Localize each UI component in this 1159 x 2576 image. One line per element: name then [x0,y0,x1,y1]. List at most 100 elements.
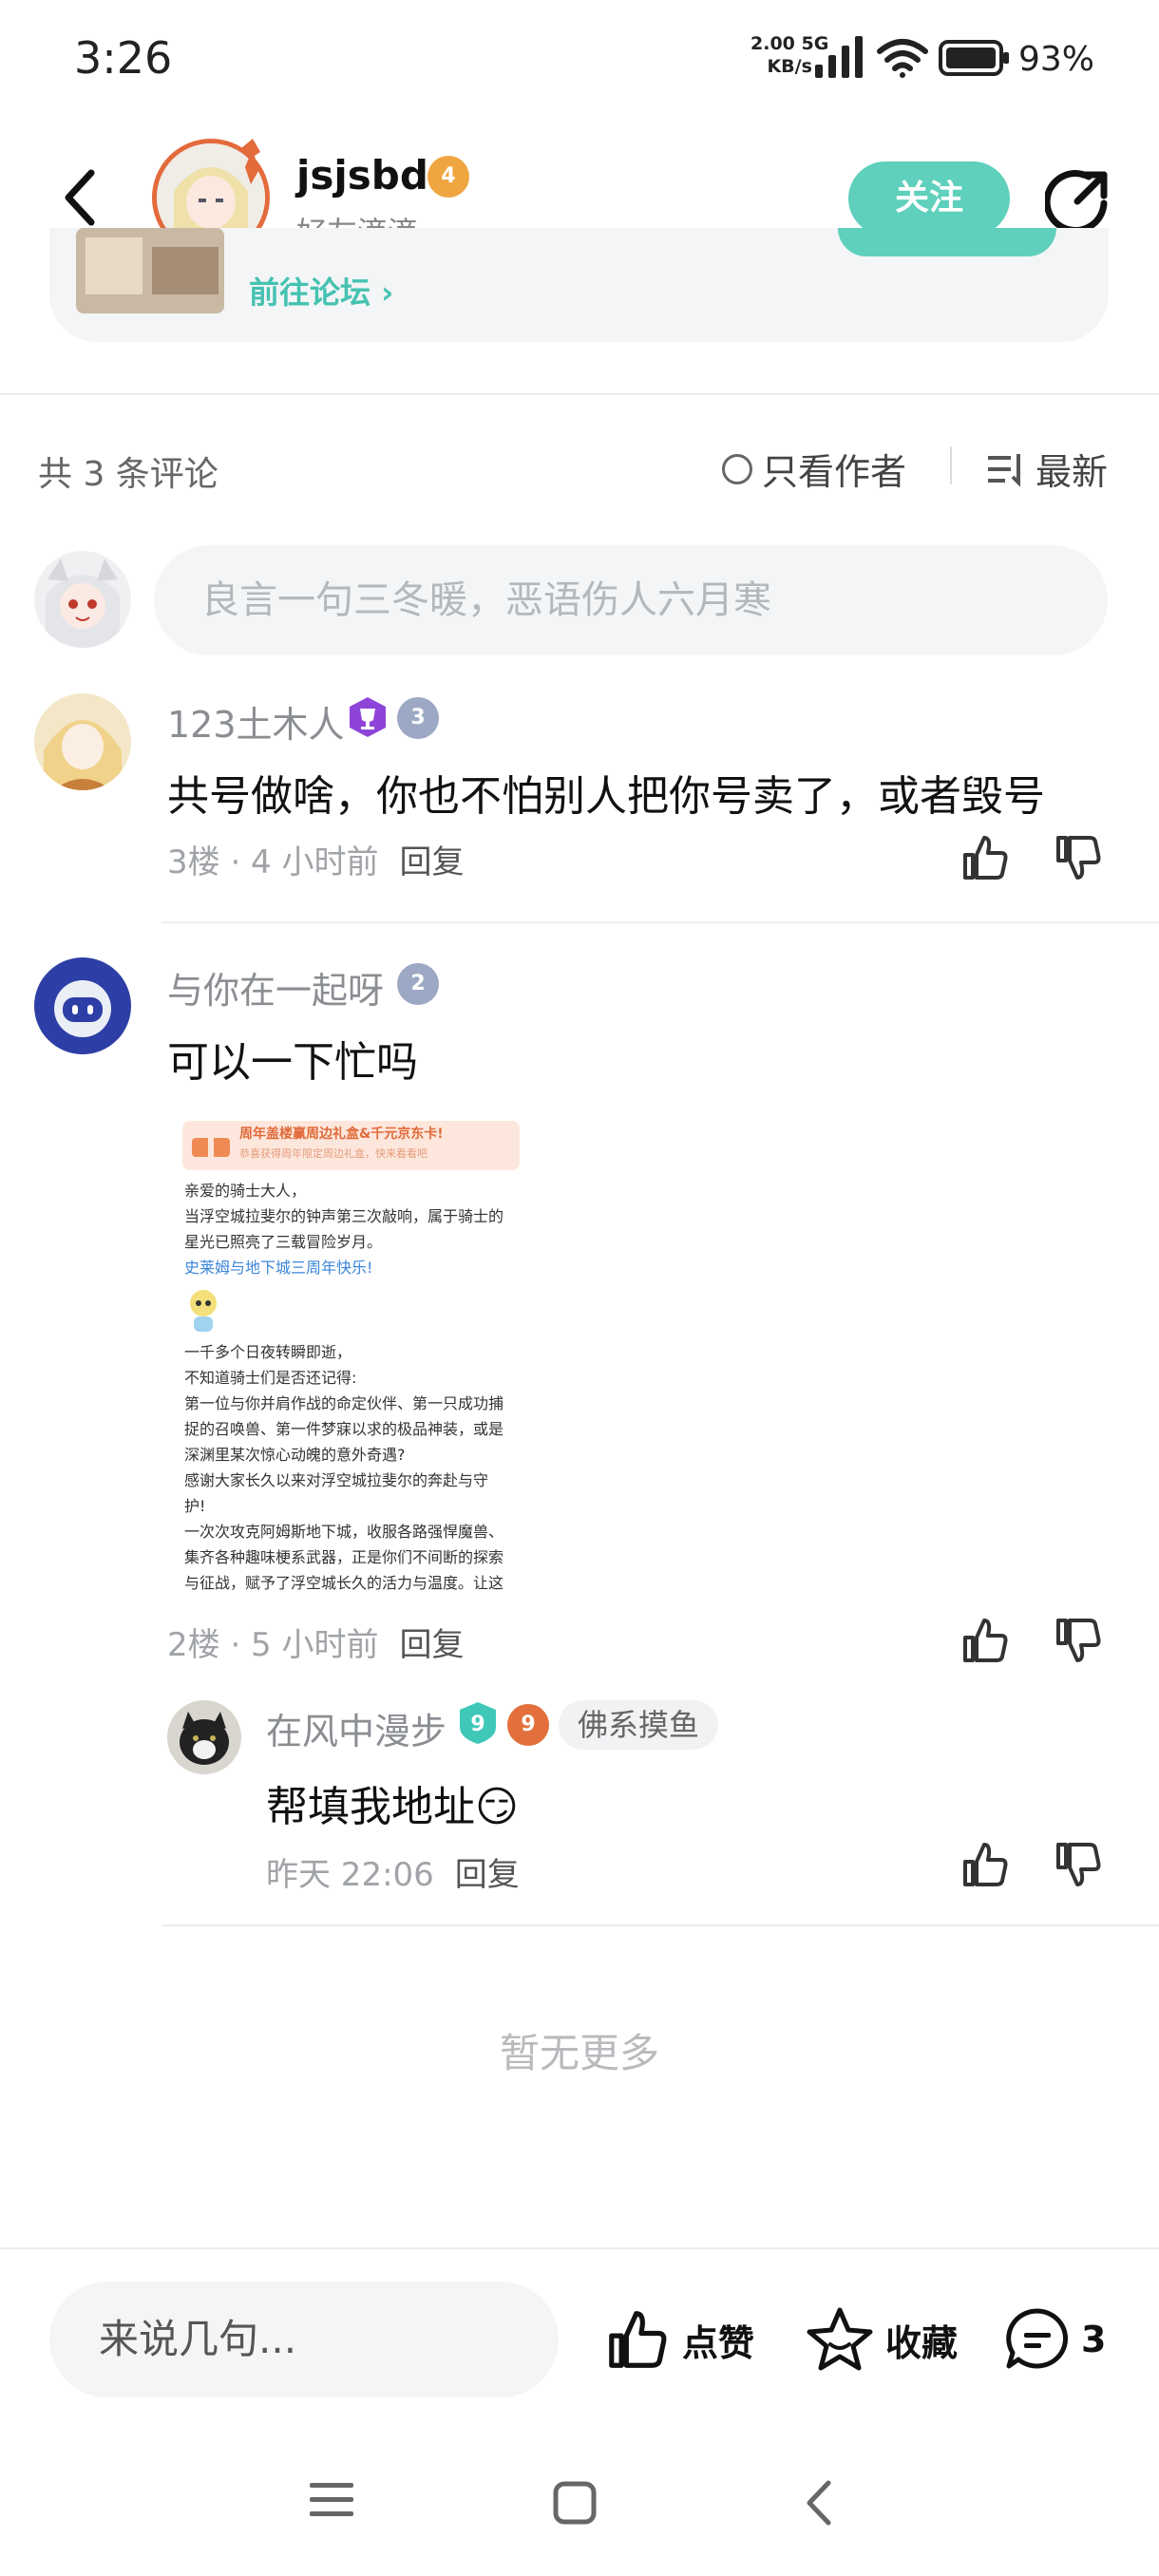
radio-icon [722,453,752,484]
user-tag: 佛系摸鱼 [559,1700,719,1750]
my-avatar[interactable] [34,551,131,648]
comment-floor-time: 2楼 · 5 小时前 [167,1626,379,1664]
thumbs-up-icon [609,2311,667,2368]
level-badge-number: 9 [521,1713,536,1736]
level-badge-number: 3 [410,706,426,729]
comment-count-badge: 3 [1081,2319,1107,2360]
level-badge: 9 [507,1704,549,1746]
replier-username[interactable]: 在风中漫步 [266,1702,446,1754]
comments-button[interactable]: 3 [1003,2306,1106,2373]
comment-divider [162,921,1159,923]
comment-meta: 2楼 · 5 小时前 回复 [167,1619,465,1665]
image-text-line: 星光已照亮了三载冒险岁月。 [184,1233,383,1251]
trophy-badge-icon [350,697,386,737]
status-time: 3:26 [74,32,173,84]
sort-icon [988,453,1020,486]
battery-percentage: 93% [1018,40,1095,79]
image-text-line: 与征战，赋予了浮空城长久的活力与温度。让这 [184,1574,504,1592]
favorite-label: 收藏 [885,2321,959,2364]
image-text-line: 捉的召唤兽、第一件梦寐以求的极品神装，或是 [184,1420,504,1438]
share-icon[interactable] [1045,169,1110,234]
reply-text: 帮填我地址😏 [266,1772,519,1833]
level-shield-number: 9 [470,1713,484,1736]
comment-image[interactable]: 周年盖楼赢周边礼盒&千元京东卡! 恭喜获得周年限定周边礼盒，快来看看吧 亲爱的骑… [171,1102,532,1605]
image-banner-title: 周年盖楼赢周边礼盒&千元京东卡! [239,1127,444,1142]
bottom-comment-input[interactable]: 来说几句... [49,2282,559,2397]
thumbs-down-icon[interactable] [1053,832,1104,883]
no-more-label: 暂无更多 [499,2030,659,2076]
commenter-username[interactable]: 123土木人 [167,695,345,748]
wifi-icon [877,39,928,78]
back-icon[interactable] [802,2479,834,2527]
level-shield-badge: 9 [460,1702,496,1744]
comment-meta: 3楼 · 4 小时前 回复 [167,836,465,882]
star-icon [807,2307,873,2371]
image-text-line: 亲爱的骑士大人， [184,1182,307,1200]
mascot-icon [190,1290,217,1332]
thumbs-up-icon[interactable] [960,1615,1011,1666]
image-text-line: 感谢大家长久以来对浮空城拉斐尔的奔赴与守 [184,1471,489,1489]
comment-divider [162,1924,1159,1926]
level-badge: 4 [428,156,469,198]
reply-time: 昨天 22:06 [266,1856,434,1894]
image-text-line: 不知道骑士们是否还记得: [184,1369,357,1387]
image-text-line: 护! [184,1497,206,1515]
thumbs-down-icon[interactable] [1053,1839,1104,1890]
thumbs-up-icon[interactable] [960,1839,1011,1890]
level-badge-number: 4 [441,164,456,188]
chevron-right-icon: › [381,275,394,311]
menu-icon[interactable] [310,2481,353,2519]
signal-icon [815,36,863,78]
image-text-line: 当浮空城拉斐尔的钟声第三次敲响，属于骑士的 [184,1207,504,1225]
image-banner: 周年盖楼赢周边礼盒&千元京东卡! 恭喜获得周年限定周边礼盒，快来看看吧 [182,1121,520,1170]
bottom-bar-divider [0,2247,1159,2249]
follow-button[interactable]: 关注 [848,161,1010,236]
like-label: 点赞 [682,2321,755,2364]
smirk-emoji-icon: 😏 [475,1783,519,1831]
gift-icon [192,1134,230,1157]
net-speed-value: 2.00 [750,33,795,54]
reply-button[interactable]: 回复 [455,1856,520,1894]
avatar-frame-ornament-icon [241,139,260,184]
comment-count: 共 3 条评论 [38,455,218,494]
commenter-avatar[interactable] [34,693,131,790]
reply-button[interactable]: 回复 [400,1626,465,1664]
commenter-avatar[interactable] [34,957,131,1054]
sort-label: 最新 [1036,451,1109,493]
thumbs-down-icon[interactable] [1053,1615,1104,1666]
level-badge-number: 2 [410,972,426,995]
forum-card[interactable] [49,228,1109,342]
forum-thumbnail [76,228,224,313]
author-only-toggle[interactable]: 只看作者 [722,443,906,495]
image-text-line: 一千多个日夜转瞬即逝， [184,1343,352,1361]
image-text-line: 第一位与你并肩作战的命定伙伴、第一只成功捕 [184,1394,504,1412]
reply-button[interactable]: 回复 [400,843,465,881]
battery-icon [939,40,1009,76]
author-username[interactable]: jsjsbd [296,152,428,199]
commenter-username[interactable]: 与你在一起呀 [167,961,384,1013]
comment-bubble-icon [1006,2308,1068,2369]
forum-card-action[interactable] [838,228,1056,256]
chevron-left-icon[interactable] [59,167,101,228]
image-banner-subtitle: 恭喜获得周年限定周边礼盒，快来看看吧 [239,1147,428,1160]
comment-text: 共号做啥，你也不怕别人把你号卖了，或者毁号 [167,772,1045,821]
image-text-line: 集齐各种趣味梗系武器，正是你们不间断的探索 [184,1548,504,1566]
favorite-button[interactable]: 收藏 [806,2306,958,2373]
level-badge: 3 [397,697,439,739]
reply-text-body: 帮填我地址 [266,1783,475,1831]
image-text-line: 一次次攻克阿姆斯地下城，收服各路强悍魔兽、 [184,1523,504,1541]
reply-meta: 昨天 22:06 回复 [266,1848,520,1895]
image-highlight-line: 史莱姆与地下城三周年快乐! [184,1259,373,1277]
sort-toggle[interactable]: 最新 [988,443,1108,495]
replier-avatar[interactable] [167,1700,241,1774]
sort-separator [950,446,952,484]
thumbs-up-icon[interactable] [960,832,1011,883]
comment-input[interactable]: 良言一句三冬暖，恶语伤人六月寒 [154,545,1108,655]
home-icon[interactable] [553,2481,597,2525]
forum-link[interactable]: 前往论坛 › [249,269,393,313]
like-button[interactable]: 点赞 [604,2306,754,2373]
image-text-line: 深渊里某次惊心动魄的意外奇遇? [184,1446,406,1464]
level-badge: 2 [397,963,439,1005]
comment-text: 可以一下忙吗 [167,1038,418,1087]
section-divider [0,393,1159,395]
